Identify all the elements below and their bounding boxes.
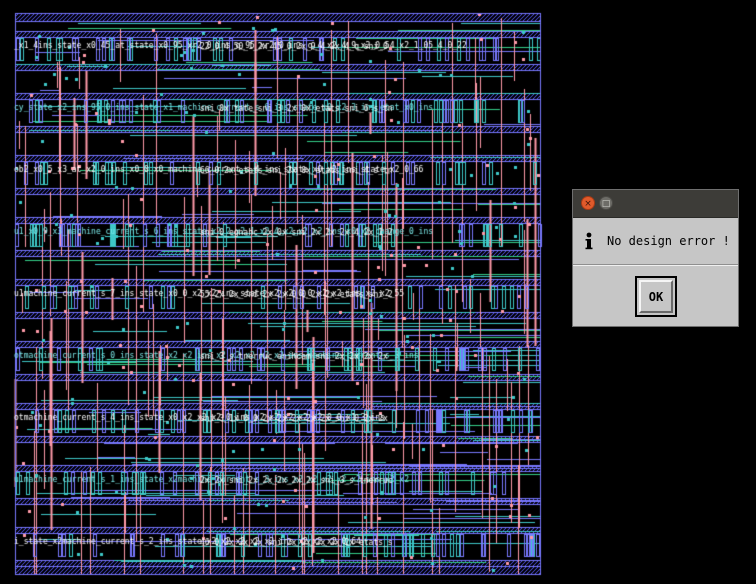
close-icon[interactable]: × bbox=[581, 196, 595, 210]
dialog-message: No design error ! bbox=[607, 234, 730, 248]
info-icon bbox=[584, 232, 594, 256]
dialog-message-row: No design error ! bbox=[573, 218, 738, 265]
ok-button[interactable]: OK bbox=[639, 280, 673, 313]
dialog-titlebar[interactable]: × □ bbox=[573, 190, 738, 218]
maximize-icon[interactable]: □ bbox=[599, 196, 613, 210]
message-dialog: × □ No design error ! OK bbox=[572, 189, 739, 327]
dialog-button-row: OK bbox=[573, 265, 738, 328]
ok-button-frame: OK bbox=[635, 276, 677, 317]
